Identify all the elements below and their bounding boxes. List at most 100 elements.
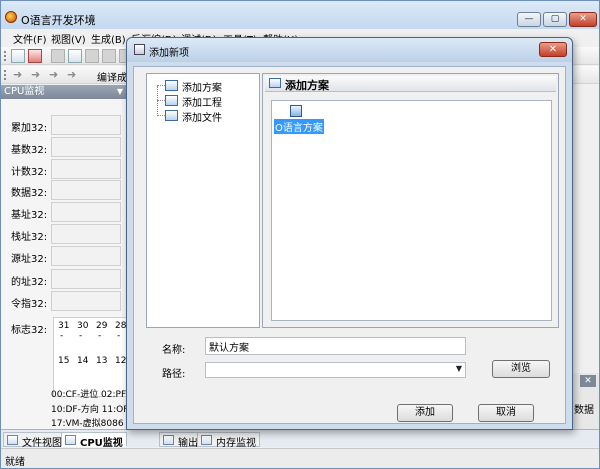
window-title: O语言开发环境 — [21, 14, 96, 27]
dialog-title: 添加新项 — [149, 48, 189, 59]
register-label: 累加32: — [11, 123, 48, 134]
run-icon[interactable]: ➜ — [67, 68, 76, 81]
browse-button[interactable]: 浏览 — [492, 360, 550, 378]
dialog-titlebar[interactable]: 添加新项 ✕ — [127, 38, 572, 62]
tab-cpu-monitor[interactable]: CPU监视 — [61, 432, 127, 449]
register-label: 基数32: — [11, 145, 48, 156]
dialog-close-button[interactable]: ✕ — [539, 42, 567, 57]
flag-bit-label: 15 — [58, 356, 70, 366]
dropdown-arrow-icon[interactable]: ▼ — [456, 364, 462, 373]
maximize-button[interactable]: ▢ — [543, 12, 567, 27]
flag-bit-value: - — [60, 331, 64, 341]
dialog-body: 添加方案 添加工程 添加文件 添加方案 O语言方案 名称: 默认方案 路径: ▼… — [133, 66, 566, 424]
register-label: 的址32: — [11, 277, 48, 288]
status-bar: 就绪 — [1, 448, 599, 468]
template-list: O语言方案 — [271, 100, 552, 321]
register-value — [51, 137, 121, 157]
register-value — [51, 115, 121, 135]
name-label: 名称: — [162, 345, 186, 356]
toolbar-save-all-icon[interactable] — [68, 49, 82, 63]
menu-build[interactable]: 生成(B) — [91, 31, 126, 46]
flag-legend-line: 10:DF-方向 11:OF- — [51, 405, 132, 415]
flag-bit-value: - — [79, 331, 83, 341]
tab-memory-monitor[interactable]: 内存监视 — [197, 432, 260, 449]
register-label: 栈址32: — [11, 232, 48, 243]
flag-bit-label: 30 — [77, 321, 89, 331]
bottom-tab-bar: 文件视图 CPU监视 输出 内存监视 — [1, 429, 599, 449]
solution-icon — [165, 80, 178, 91]
register-value — [51, 269, 121, 289]
toolbar-cut-icon[interactable] — [85, 49, 99, 63]
tab-output[interactable]: 输出 — [159, 432, 202, 449]
cpu-panel-header: CPU监视 ▼ — [1, 85, 127, 99]
name-field[interactable] — [205, 337, 466, 355]
tree-connector — [157, 85, 165, 86]
add-new-item-dialog: 添加新项 ✕ 添加方案 添加工程 添加文件 添加方案 O语言方案 名称: 默认方… — [126, 37, 573, 430]
tree-connector — [157, 86, 158, 116]
solution-header-icon — [269, 78, 281, 88]
template-panel: 添加方案 O语言方案 — [262, 73, 559, 328]
close-panel-button[interactable]: ✕ — [580, 375, 596, 387]
toolbar-grip[interactable] — [4, 70, 7, 80]
toolbar-grip[interactable] — [4, 51, 7, 61]
register-value — [51, 159, 121, 179]
toolbar-save-icon[interactable] — [51, 49, 65, 63]
register-label: 基址32: — [11, 210, 48, 221]
toolbar-window-icon[interactable] — [11, 49, 25, 63]
template-item-label: O语言方案 — [274, 119, 324, 134]
file-icon — [165, 110, 178, 121]
flag-bit-label: 28 — [115, 321, 127, 331]
flags-grid: 31 30 29 28 - - - - 15 14 13 12 — [53, 317, 127, 397]
panel-dropdown-icon[interactable]: ▼ — [117, 85, 123, 99]
path-label: 路径: — [162, 369, 186, 380]
register-label: 源址32: — [11, 254, 48, 265]
path-combobox[interactable]: ▼ — [205, 362, 466, 378]
template-panel-title: 添加方案 — [285, 79, 329, 92]
memory-monitor-icon — [201, 435, 212, 445]
flag-bit-label: 12 — [115, 356, 127, 366]
add-button[interactable]: 添加 — [397, 404, 453, 422]
minimize-button[interactable]: — — [517, 12, 541, 27]
register-label: 令指32: — [11, 299, 48, 310]
data-panel-tab[interactable]: 数据 — [574, 401, 594, 416]
tree-connector — [157, 100, 165, 101]
cpu-monitor-icon — [65, 435, 76, 445]
register-value — [51, 202, 121, 222]
app-logo-icon — [5, 11, 17, 23]
file-view-icon — [7, 435, 18, 445]
main-titlebar: O语言开发环境 — ▢ ✕ — [1, 1, 599, 29]
tree-item-label: 添加工程 — [182, 98, 222, 109]
flag-bit-label: 13 — [96, 356, 108, 366]
register-value — [51, 224, 121, 244]
toolbar-copy-icon[interactable] — [102, 49, 116, 63]
template-item-o-solution[interactable]: O语言方案 — [274, 105, 324, 135]
tree-connector — [157, 115, 165, 116]
flag-bit-label: 29 — [96, 321, 108, 331]
status-text: 就绪 — [5, 457, 25, 468]
flag-legend-line: 17:VM-虚拟8086 18 — [51, 419, 138, 429]
toolbar-new-icon[interactable] — [28, 49, 42, 63]
output-icon — [163, 435, 174, 445]
tree-item-label: 添加方案 — [182, 83, 222, 94]
register-value — [51, 246, 121, 266]
flag-bit-value: - — [98, 331, 102, 341]
dialog-window-icon — [134, 44, 145, 55]
close-window-button[interactable]: ✕ — [569, 12, 597, 27]
tree-item-label: 添加文件 — [182, 113, 222, 124]
step-over-icon[interactable]: ➜ — [31, 68, 40, 81]
flag-bit-label: 31 — [58, 321, 70, 331]
cpu-monitor-panel: 累加32: 基数32: 计数32: 数据32: 基址32: 栈址32: 源址32… — [1, 99, 138, 429]
cancel-button[interactable]: 取消 — [478, 404, 534, 422]
menu-file[interactable]: 文件(F) — [13, 31, 47, 46]
register-label: 数据32: — [11, 188, 48, 199]
menu-view[interactable]: 视图(V) — [51, 31, 86, 46]
flag-bit-label: 14 — [77, 356, 89, 366]
tab-file-view[interactable]: 文件视图 — [3, 432, 66, 449]
flags-label: 标志32: — [11, 325, 48, 336]
register-value — [51, 291, 121, 311]
cpu-panel-title: CPU监视 — [4, 86, 45, 97]
register-value — [51, 180, 121, 200]
step-out-icon[interactable]: ➜ — [49, 68, 58, 81]
flag-legend-line: 00:CF-进位 02:PF- — [51, 390, 130, 400]
step-into-icon[interactable]: ➜ — [13, 68, 22, 81]
